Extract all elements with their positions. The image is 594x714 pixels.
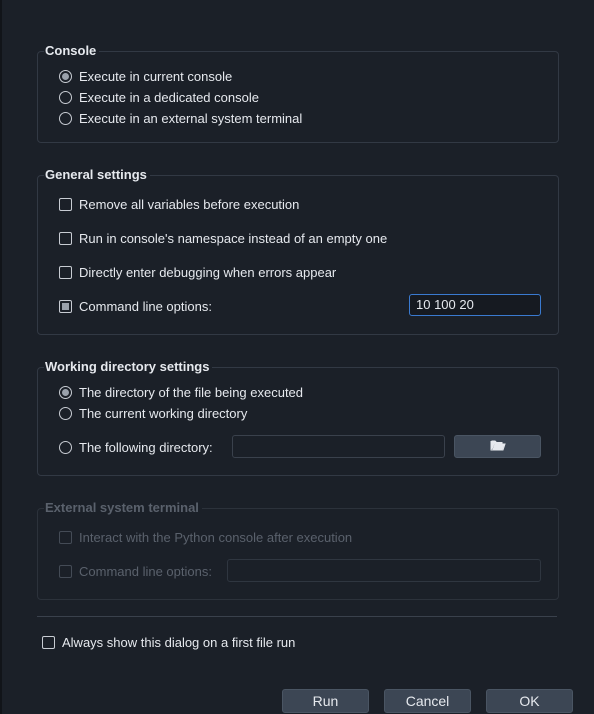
separator — [37, 616, 557, 617]
external-terminal-group — [37, 508, 559, 600]
browse-folder-button[interactable] — [454, 435, 541, 458]
external-terminal-title: External system terminal — [44, 500, 202, 516]
checkbox-label: Directly enter debugging when errors app… — [79, 264, 337, 280]
checkbox-label: Command line options: — [79, 298, 212, 314]
checkbox-command-line-options[interactable]: Command line options: — [59, 297, 212, 315]
cancel-button[interactable]: Cancel — [384, 689, 471, 713]
checkbox-debug-errors[interactable]: Directly enter debugging when errors app… — [59, 263, 336, 281]
radio-button[interactable] — [59, 90, 72, 104]
radio-label: The current working directory — [79, 405, 248, 421]
checkbox[interactable] — [42, 635, 55, 649]
checkbox[interactable] — [59, 265, 72, 279]
radio-button-checked[interactable] — [59, 385, 72, 399]
radio-button[interactable] — [59, 406, 72, 420]
window-edge — [0, 0, 2, 714]
checkbox-checked[interactable] — [59, 299, 72, 313]
checkbox[interactable] — [59, 197, 72, 211]
radio-dedicated-console[interactable]: Execute in a dedicated console — [59, 88, 259, 106]
checkbox-label: Run in console's namespace instead of an… — [79, 230, 388, 246]
radio-label: Execute in a dedicated console — [79, 89, 259, 105]
radio-label: Execute in current console — [79, 68, 233, 84]
radio-label: The directory of the file being executed — [79, 384, 304, 400]
radio-button[interactable] — [59, 111, 72, 125]
command-line-options-input[interactable]: 10 100 20 — [409, 294, 541, 316]
ok-button[interactable]: OK — [486, 689, 573, 713]
working-directory-title: Working directory settings — [44, 359, 213, 375]
folder-open-icon — [490, 439, 506, 454]
general-settings-title: General settings — [44, 167, 150, 183]
checkbox-label: Always show this dialog on a first file … — [62, 634, 296, 650]
radio-button-checked[interactable] — [59, 69, 72, 83]
radio-external-terminal[interactable]: Execute in an external system terminal — [59, 109, 302, 127]
checkbox-label: Interact with the Python console after e… — [79, 529, 353, 545]
checkbox-always-show-dialog[interactable]: Always show this dialog on a first file … — [42, 633, 295, 651]
checkbox — [59, 564, 72, 578]
radio-current-directory[interactable]: The current working directory — [59, 404, 247, 422]
console-group-title: Console — [44, 43, 100, 59]
radio-label: The following directory: — [79, 439, 213, 455]
checkbox — [59, 530, 72, 544]
following-directory-input[interactable] — [232, 435, 445, 458]
radio-label: Execute in an external system terminal — [79, 110, 303, 126]
run-button[interactable]: Run — [282, 689, 369, 713]
checkbox-run-namespace[interactable]: Run in console's namespace instead of an… — [59, 229, 387, 247]
checkbox-label: Command line options: — [79, 563, 212, 579]
checkbox-label: Remove all variables before execution — [79, 196, 300, 212]
checkbox-interact-console: Interact with the Python console after e… — [59, 528, 352, 546]
radio-button[interactable] — [59, 440, 72, 454]
radio-current-console[interactable]: Execute in current console — [59, 67, 232, 85]
radio-following-directory[interactable]: The following directory: — [59, 438, 213, 456]
checkbox-external-command-line: Command line options: — [59, 562, 212, 580]
external-command-line-input — [227, 559, 541, 582]
checkbox[interactable] — [59, 231, 72, 245]
checkbox-remove-variables[interactable]: Remove all variables before execution — [59, 195, 299, 213]
radio-file-directory[interactable]: The directory of the file being executed — [59, 383, 303, 401]
